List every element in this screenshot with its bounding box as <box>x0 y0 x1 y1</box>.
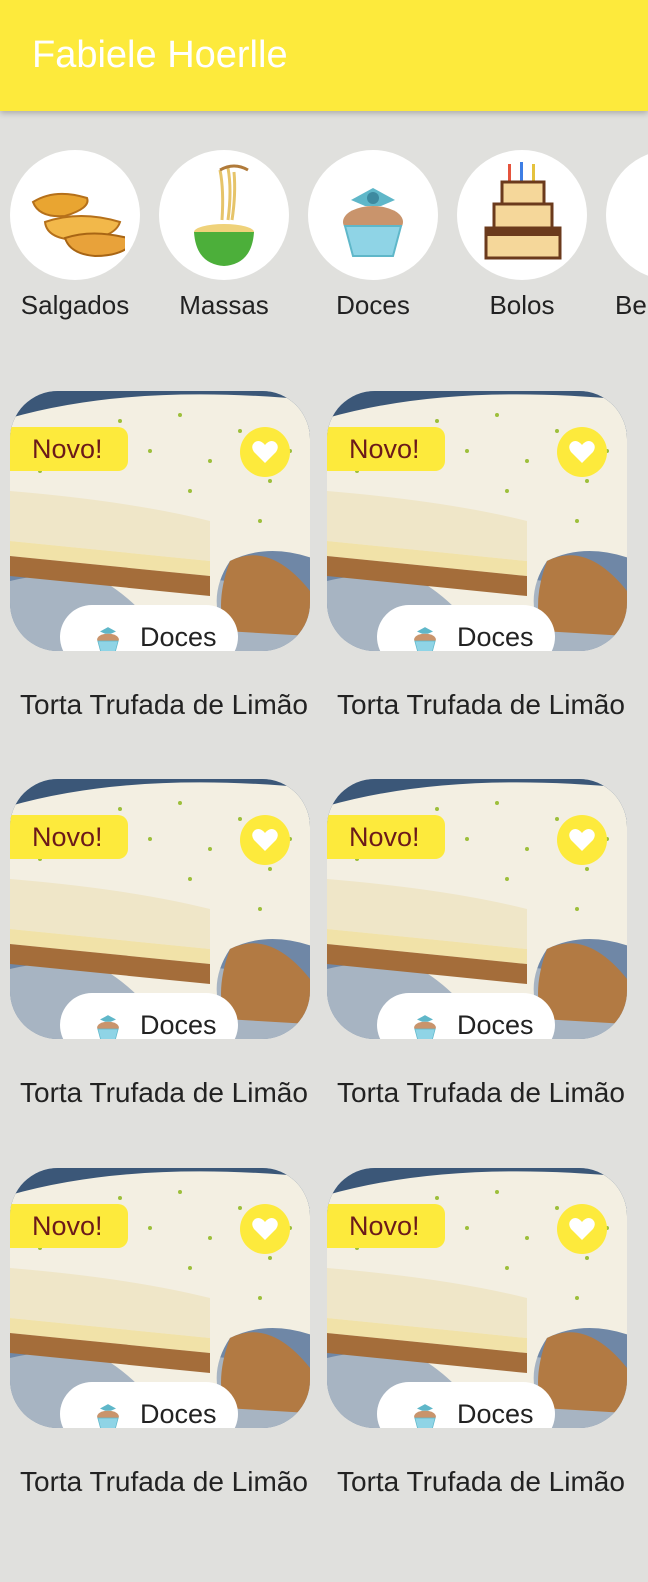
recipe-card[interactable]: Novo! Doces Torta Trufada de Limão <box>10 1168 310 1548</box>
new-badge: Novo! <box>327 815 445 859</box>
recipe-card[interactable]: Novo! Doces Torta Trufada de Limão <box>327 779 627 1159</box>
heart-icon <box>569 441 595 463</box>
chip-label: Doces <box>457 622 534 651</box>
recipe-photo[interactable]: Novo! Doces <box>327 1168 627 1428</box>
recipe-title[interactable]: Torta Trufada de Limão <box>337 687 627 723</box>
heart-icon <box>252 441 278 463</box>
category-salgados[interactable]: Salgados <box>5 150 145 321</box>
recipe-title[interactable]: Torta Trufada de Limão <box>337 1464 627 1500</box>
recipe-card[interactable]: Novo! Doces Torta Trufada de Limão <box>10 779 310 1159</box>
category-bolos[interactable]: Bolos <box>452 150 592 321</box>
category-circle <box>159 150 289 280</box>
category-doces[interactable]: Doces <box>303 150 443 321</box>
app-bar: Fabiele Hoerlle <box>0 0 648 111</box>
category-chip[interactable]: Doces <box>60 993 238 1039</box>
category-label: Be <box>615 290 647 320</box>
cupcake-icon <box>343 188 403 257</box>
new-badge: Novo! <box>327 427 445 471</box>
chip-label: Doces <box>140 1010 217 1039</box>
recipe-card[interactable]: Novo! Doces Torta Trufada de Limão <box>327 391 627 771</box>
favorite-button[interactable] <box>240 427 290 477</box>
favorite-button[interactable] <box>557 1204 607 1254</box>
heart-icon <box>252 1218 278 1240</box>
cupcake-icon <box>414 1404 436 1428</box>
cupcake-icon <box>414 627 436 651</box>
app-title: Fabiele Hoerlle <box>32 34 288 76</box>
cupcake-icon <box>414 1015 436 1039</box>
recipe-title[interactable]: Torta Trufada de Limão <box>20 687 310 723</box>
category-label: Bolos <box>489 290 555 320</box>
category-chip[interactable]: Doces <box>60 605 238 651</box>
cupcake-icon <box>97 1015 119 1039</box>
category-chip[interactable]: Doces <box>377 605 555 651</box>
recipe-card[interactable]: Novo! Doces Torta Trufada de Limão <box>10 391 310 771</box>
category-bebidas[interactable]: Be <box>601 150 648 321</box>
favorite-button[interactable] <box>557 427 607 477</box>
favorite-button[interactable] <box>240 815 290 865</box>
category-strip[interactable]: Salgados Massas Doces Bolos Be <box>0 150 648 330</box>
birthday-cake-icon <box>484 162 562 260</box>
recipe-title[interactable]: Torta Trufada de Limão <box>20 1464 310 1500</box>
chip-label: Doces <box>457 1010 534 1039</box>
cupcake-icon <box>97 1404 119 1428</box>
favorite-button[interactable] <box>557 815 607 865</box>
recipe-card[interactable]: Novo! Doces Torta Trufada de Limão <box>327 1168 627 1548</box>
category-circle <box>10 150 140 280</box>
heart-icon <box>252 829 278 851</box>
new-badge: Novo! <box>10 815 128 859</box>
noodle-bowl-icon <box>194 164 254 266</box>
recipe-title[interactable]: Torta Trufada de Limão <box>337 1075 627 1111</box>
favorite-button[interactable] <box>240 1204 290 1254</box>
recipe-title[interactable]: Torta Trufada de Limão <box>20 1075 310 1111</box>
category-circle <box>457 150 587 280</box>
new-badge: Novo! <box>327 1204 445 1248</box>
category-chip[interactable]: Doces <box>377 993 555 1039</box>
chip-label: Doces <box>140 622 217 651</box>
recipe-photo[interactable]: Novo! Doces <box>327 391 627 651</box>
category-chip[interactable]: Doces <box>60 1382 238 1428</box>
recipe-photo[interactable]: Novo! Doces <box>327 779 627 1039</box>
recipe-photo[interactable]: Novo! Doces <box>10 391 310 651</box>
chip-label: Doces <box>457 1399 534 1428</box>
heart-icon <box>569 1218 595 1240</box>
category-label: Salgados <box>20 290 130 320</box>
category-chip[interactable]: Doces <box>377 1382 555 1428</box>
chip-label: Doces <box>140 1399 217 1428</box>
heart-icon <box>569 829 595 851</box>
new-badge: Novo! <box>10 427 128 471</box>
cupcake-icon <box>97 627 119 651</box>
new-badge: Novo! <box>10 1204 128 1248</box>
recipe-photo[interactable]: Novo! Doces <box>10 1168 310 1428</box>
category-circle <box>606 150 648 280</box>
category-label: Doces <box>336 290 410 320</box>
category-label: Massas <box>179 290 269 320</box>
category-massas[interactable]: Massas <box>154 150 294 321</box>
recipe-photo[interactable]: Novo! Doces <box>10 779 310 1039</box>
category-circle <box>308 150 438 280</box>
drink-icon <box>621 160 648 270</box>
potato-wedges-icon <box>31 192 125 258</box>
